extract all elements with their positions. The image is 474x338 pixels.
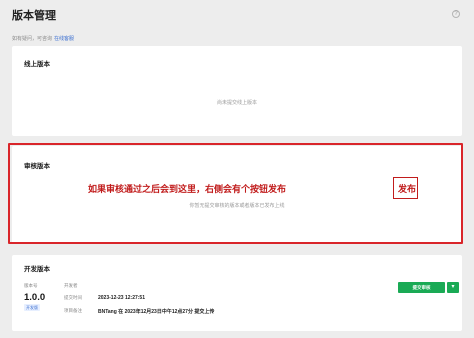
dev-version-card: 开发版本 版本号 1.0.0 开发版 开发者 提交时间 项目备注 2023-12… xyxy=(12,255,462,331)
version-number-label: 版本号 xyxy=(24,283,38,288)
question-circle-icon[interactable]: ? xyxy=(452,10,460,18)
chevron-down-icon[interactable]: ▾ xyxy=(447,282,459,293)
submit-time-value: 2023-12-23 12:27:51 xyxy=(98,295,145,301)
project-note-value: BNTang 在 2023年12月23日中午12点27分 提交上传 xyxy=(98,309,215,315)
customer-service-link[interactable]: 在线客服 xyxy=(54,36,74,42)
header: 版本管理 ? xyxy=(0,0,474,30)
online-version-empty: 尚未提交线上版本 xyxy=(216,100,257,106)
developer-label: 开发者 xyxy=(64,283,78,288)
online-version-card: 线上版本 尚未提交线上版本 xyxy=(12,46,462,136)
project-note-label: 项目备注 xyxy=(64,308,82,313)
version-number: 1.0.0 xyxy=(24,292,46,303)
submit-review-button[interactable]: 提交审核 xyxy=(398,282,445,293)
publish-annotation-label: 发布 xyxy=(398,184,417,194)
help-hint-text: 如有疑问，可咨询 xyxy=(12,36,53,42)
annotation-text: 如果审核通过之后会到这里，右侧会有个按钮发布 xyxy=(88,184,287,194)
dev-version-title: 开发版本 xyxy=(24,266,50,273)
page-title: 版本管理 xyxy=(12,10,56,22)
dev-badge: 开发版 xyxy=(24,304,40,311)
online-version-title: 线上版本 xyxy=(24,61,50,68)
submit-time-label: 提交时间 xyxy=(64,295,82,300)
help-hint: 如有疑问，可咨询 在线客服 xyxy=(12,35,74,42)
